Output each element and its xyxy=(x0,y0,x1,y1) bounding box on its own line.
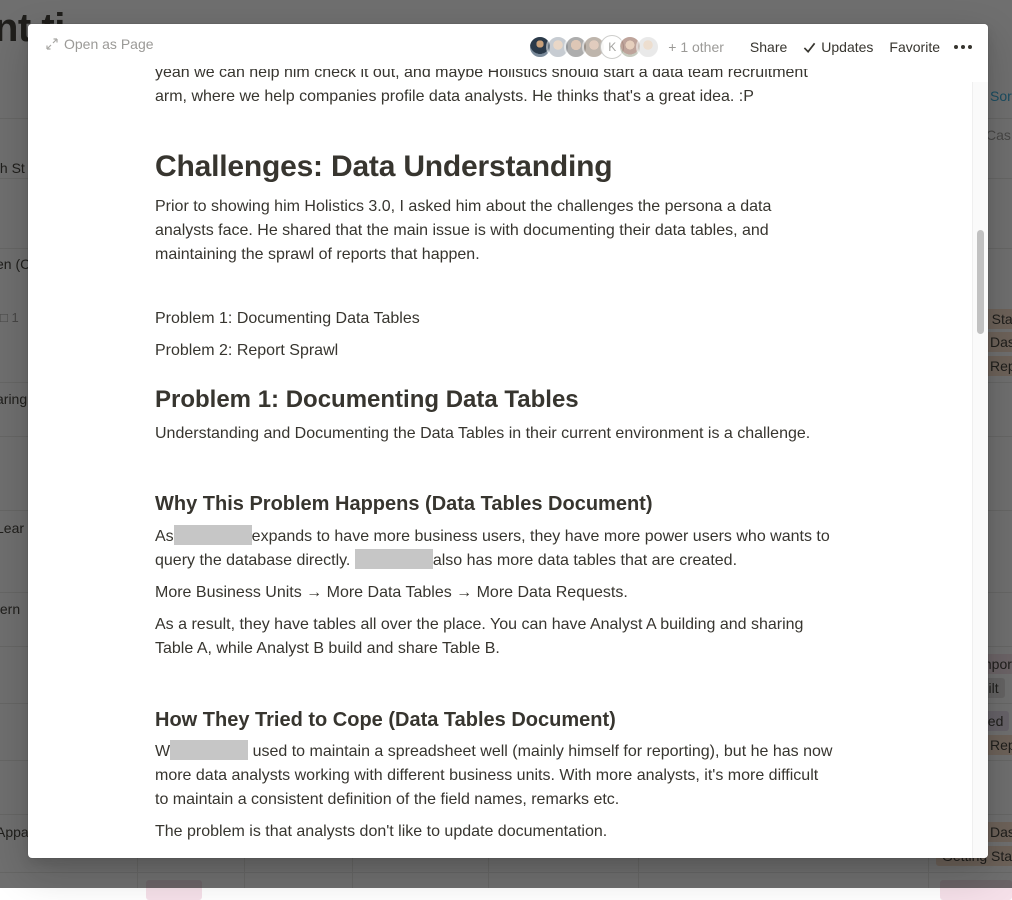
problem-list-item[interactable]: Problem 1: Documenting Data Tables xyxy=(155,307,855,331)
paragraph[interactable]: arm, where we help companies profile dat… xyxy=(155,85,855,109)
text-span: used to maintain a spreadsheet well (mai… xyxy=(252,743,833,760)
paragraph[interactable]: maintaining the sprawl of reports that h… xyxy=(155,243,855,267)
scrollbar-thumb[interactable] xyxy=(977,230,984,334)
page-peek-modal: Open as Page K + 1 other Share Updates F… xyxy=(28,24,988,858)
problem-list-item[interactable]: Problem 2: Report Sprawl xyxy=(155,339,855,363)
paragraph[interactable]: W used to maintain a spreadsheet well (m… xyxy=(155,740,855,764)
updates-label: Updates xyxy=(821,39,874,55)
expand-diagonal-icon xyxy=(46,38,58,50)
checkmark-icon xyxy=(804,42,816,53)
paragraph[interactable]: to maintain a consistent definition of t… xyxy=(155,788,855,812)
paragraph[interactable]: analysts face. He shared that the main i… xyxy=(155,219,855,243)
redacted-name xyxy=(173,525,252,545)
favorite-label: Favorite xyxy=(889,39,940,55)
text-span: As xyxy=(155,528,174,545)
avatar[interactable] xyxy=(636,35,661,59)
paragraph[interactable]: More Business Units → More Data Tables →… xyxy=(155,581,855,605)
text-span: W xyxy=(155,743,171,760)
collaborator-avatars[interactable]: K xyxy=(528,35,661,59)
paragraph[interactable]: The problem is that analysts don't like … xyxy=(155,820,855,844)
paragraph[interactable]: query the database directly. also has mo… xyxy=(155,549,855,573)
open-as-page-label: Open as Page xyxy=(64,36,154,52)
heading-challenges[interactable]: Challenges: Data Understanding xyxy=(155,148,613,186)
text-span: expands to have more business users, the… xyxy=(251,528,830,545)
redacted-name xyxy=(354,549,433,569)
more-dot-icon xyxy=(968,45,972,49)
paragraph[interactable]: more data analysts working with differen… xyxy=(155,764,855,788)
other-collaborators-count[interactable]: + 1 other xyxy=(668,39,724,55)
paragraph[interactable]: As expands to have more business users, t… xyxy=(155,525,855,549)
heading-how-they-tried-to-cope[interactable]: How They Tried to Cope (Data Tables Docu… xyxy=(155,707,616,733)
updates-button[interactable]: Updates xyxy=(795,39,881,55)
vertical-scrollbar[interactable] xyxy=(972,82,988,858)
more-options-button[interactable] xyxy=(954,45,972,49)
share-button[interactable]: Share xyxy=(742,39,795,55)
paragraph[interactable]: Table A, while Analyst B build and share… xyxy=(155,637,855,661)
heading-problem-1[interactable]: Problem 1: Documenting Data Tables xyxy=(155,385,579,415)
open-as-page-button[interactable]: Open as Page xyxy=(46,36,154,52)
more-dot-icon xyxy=(954,45,958,49)
text-span: also has more data tables that are creat… xyxy=(432,552,738,569)
share-label: Share xyxy=(749,39,788,55)
modal-topbar: Open as Page K + 1 other Share Updates F… xyxy=(28,24,988,69)
paragraph[interactable]: As a result, they have tables all over t… xyxy=(155,613,855,637)
more-dot-icon xyxy=(961,45,965,49)
paragraph[interactable]: Prior to showing him Holistics 3.0, I as… xyxy=(155,195,855,219)
redacted-name xyxy=(170,740,249,760)
favorite-button[interactable]: Favorite xyxy=(881,39,948,55)
heading-why-problem-happens[interactable]: Why This Problem Happens (Data Tables Do… xyxy=(155,491,652,517)
paragraph[interactable]: Understanding and Documenting the Data T… xyxy=(155,422,855,446)
text-span: query the database directly. xyxy=(155,552,351,569)
